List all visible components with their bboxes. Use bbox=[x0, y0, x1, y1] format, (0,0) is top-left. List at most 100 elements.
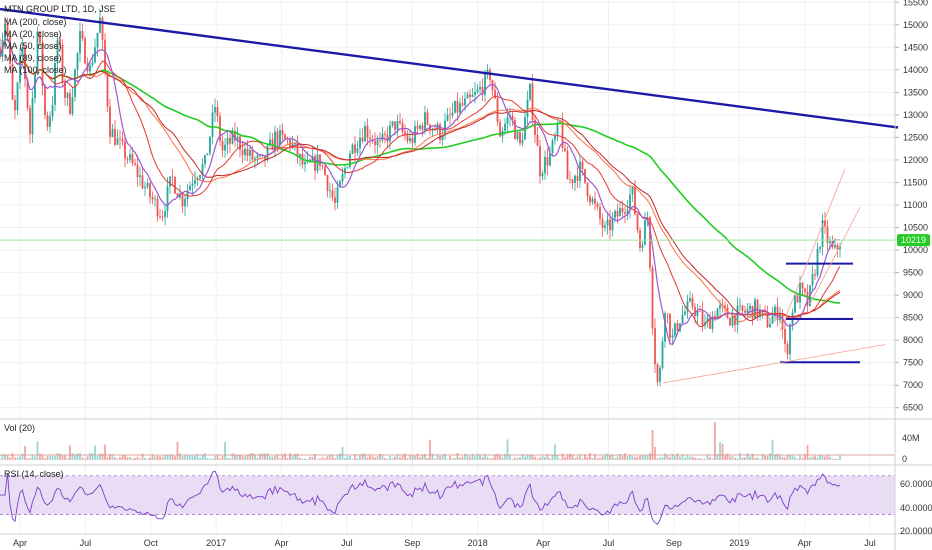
volume-bar bbox=[589, 453, 591, 460]
volume-bar bbox=[166, 454, 169, 460]
candle-body bbox=[666, 313, 669, 315]
rsi-label[interactable]: RSI (14, close) bbox=[4, 469, 64, 479]
volume-bar bbox=[581, 458, 584, 460]
candle-body bbox=[256, 155, 259, 159]
volume-bar bbox=[739, 453, 741, 460]
volume-bar bbox=[374, 457, 376, 460]
volume-bar bbox=[274, 455, 276, 460]
legend-ma89[interactable]: MA (89, close) bbox=[4, 53, 62, 63]
candle-body bbox=[359, 137, 361, 149]
volume-bar bbox=[604, 455, 606, 460]
candle-body bbox=[671, 335, 674, 338]
candle-body bbox=[684, 311, 686, 315]
candle-body bbox=[766, 312, 769, 328]
candle-body bbox=[581, 161, 584, 170]
price-tick-label: 14500 bbox=[903, 42, 928, 52]
candle-body bbox=[836, 245, 839, 250]
volume-bar bbox=[479, 455, 481, 460]
volume-bar bbox=[299, 457, 301, 460]
symbol-title[interactable]: MTN GROUP LTD, 1D, JSE bbox=[4, 4, 116, 14]
volume-bar bbox=[44, 458, 46, 460]
volume-bar bbox=[509, 455, 511, 460]
volume-bar bbox=[146, 458, 149, 460]
volume-bar bbox=[529, 454, 531, 460]
volume-bar bbox=[796, 458, 799, 460]
legend-ma20[interactable]: MA (20, close) bbox=[4, 29, 62, 39]
volume-bar bbox=[171, 454, 174, 460]
candle-body bbox=[381, 133, 384, 141]
volume-bar bbox=[356, 458, 359, 460]
candle-body bbox=[329, 190, 331, 192]
candle-body bbox=[199, 175, 201, 179]
volume-bar bbox=[701, 458, 704, 460]
volume-bar bbox=[534, 456, 536, 460]
candle-body bbox=[621, 208, 624, 213]
volume-bar bbox=[784, 457, 786, 460]
candle-body bbox=[154, 198, 156, 200]
volume-bar bbox=[439, 456, 441, 460]
volume-bar bbox=[754, 457, 756, 460]
volume-bar bbox=[114, 457, 116, 460]
volume-bar bbox=[591, 457, 594, 460]
volume-bar bbox=[696, 458, 699, 460]
candle-body bbox=[736, 305, 739, 326]
volume-bar bbox=[74, 455, 76, 460]
volume-bar bbox=[606, 453, 609, 460]
volume-bar bbox=[164, 455, 166, 460]
volume-bar bbox=[291, 455, 294, 460]
candle-body bbox=[46, 115, 49, 127]
legend-ma200[interactable]: MA (200, close) bbox=[4, 17, 67, 27]
volume-axis-tick: 40M bbox=[902, 433, 920, 443]
volume-bar bbox=[301, 458, 304, 460]
volume-bar bbox=[816, 457, 819, 460]
candle-body bbox=[669, 314, 671, 338]
volume-bar bbox=[269, 456, 271, 460]
candle-body bbox=[284, 134, 286, 139]
candle-body bbox=[461, 103, 464, 106]
volume-bar bbox=[14, 457, 16, 460]
volume-bar bbox=[306, 458, 309, 460]
candle-body bbox=[266, 145, 269, 161]
candle-body bbox=[539, 145, 541, 177]
candle-body bbox=[366, 125, 369, 138]
time-tick-label: Jul bbox=[603, 538, 615, 548]
candle-body bbox=[376, 140, 379, 146]
volume-bar bbox=[561, 453, 564, 460]
volume-bar bbox=[391, 458, 394, 460]
price-tick-label: 7000 bbox=[903, 380, 923, 390]
volume-bar bbox=[206, 458, 209, 460]
legend-ma100[interactable]: MA (100, close) bbox=[4, 65, 67, 75]
candle-body bbox=[546, 157, 549, 166]
candle-body bbox=[744, 310, 746, 313]
candle-body bbox=[326, 175, 329, 192]
legend-ma50[interactable]: MA (50, close) bbox=[4, 41, 62, 51]
volume-bar bbox=[669, 457, 671, 460]
volume-bar bbox=[54, 455, 56, 460]
volume-bar bbox=[144, 457, 146, 460]
volume-bar bbox=[544, 456, 546, 460]
candle-body bbox=[494, 90, 496, 99]
candle-body bbox=[274, 131, 276, 150]
volume-bar bbox=[419, 456, 421, 460]
candle-body bbox=[616, 211, 619, 217]
volume-bar bbox=[21, 453, 24, 460]
candle-body bbox=[741, 305, 744, 311]
candle-body bbox=[29, 107, 31, 135]
price-tick-label: 10500 bbox=[903, 223, 928, 233]
price-chart[interactable]: 10219 15500 15000 14500 14000 13500 13000 1250… bbox=[0, 0, 932, 550]
candle-body bbox=[644, 220, 646, 245]
volume-bar bbox=[691, 456, 694, 460]
volume-bar bbox=[774, 454, 776, 460]
volume-label[interactable]: Vol (20) bbox=[4, 423, 35, 433]
volume-bar bbox=[229, 458, 231, 460]
volume-bar bbox=[519, 457, 521, 460]
volume-bar bbox=[51, 455, 54, 460]
volume-bar bbox=[266, 453, 269, 460]
candle-body bbox=[476, 89, 479, 92]
candle-body bbox=[654, 328, 656, 365]
volume-bar bbox=[256, 457, 259, 460]
volume-bar bbox=[719, 442, 721, 460]
candle-body bbox=[344, 168, 346, 174]
volume-bar bbox=[386, 458, 389, 460]
candle-body bbox=[211, 112, 214, 137]
